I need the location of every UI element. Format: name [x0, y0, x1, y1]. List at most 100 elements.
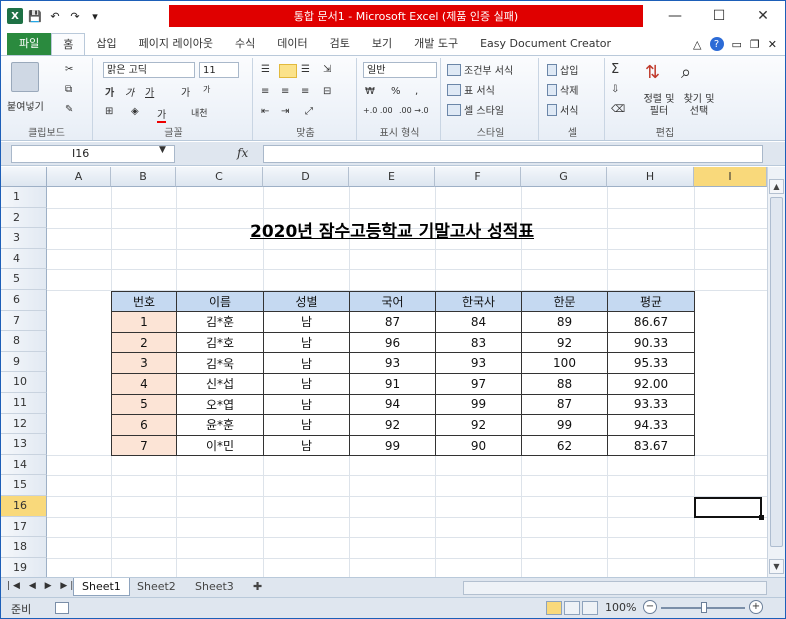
tab-formulas[interactable]: 수식: [224, 33, 266, 55]
clear-icon[interactable]: ⌫: [611, 104, 625, 115]
page-break-view-button[interactable]: [582, 601, 598, 615]
decrease-indent-icon[interactable]: ⇤: [261, 106, 269, 117]
horizontal-scrollbar[interactable]: [463, 581, 767, 595]
zoom-out-button[interactable]: −: [643, 600, 657, 614]
row-header-7[interactable]: 7: [1, 310, 47, 332]
table-cell[interactable]: 99: [521, 414, 608, 436]
tab-view[interactable]: 보기: [361, 33, 403, 55]
row-header-11[interactable]: 11: [1, 393, 47, 414]
table-cell[interactable]: 김*훈: [176, 311, 264, 333]
insert-sheet-icon[interactable]: ✚: [245, 578, 270, 596]
cut-icon[interactable]: ✂: [65, 64, 73, 75]
format-as-table-button[interactable]: 표 서식: [447, 82, 495, 97]
row-header-13[interactable]: 13: [1, 434, 47, 455]
number-format-select[interactable]: 일반: [363, 62, 437, 78]
increase-decimal-button[interactable]: +.0 .00: [363, 106, 393, 115]
row-header-5[interactable]: 5: [1, 269, 47, 290]
normal-view-button[interactable]: [546, 601, 562, 615]
scroll-down-icon[interactable]: ▼: [769, 559, 784, 574]
table-cell[interactable]: 남: [263, 434, 350, 457]
tab-insert[interactable]: 삽입: [85, 33, 127, 55]
close-button[interactable]: ✕: [741, 1, 785, 31]
table-cell[interactable]: 100: [521, 352, 608, 374]
table-cell[interactable]: 94: [349, 393, 436, 416]
row-header-9[interactable]: 9: [1, 351, 47, 373]
conditional-format-button[interactable]: 조건부 서식: [447, 62, 513, 77]
table-cell[interactable]: 92: [521, 331, 608, 354]
worksheet-grid[interactable]: A B C D E F G H I 1 2 3 4 5 6 7 8 9 10 1…: [1, 167, 767, 577]
table-cell[interactable]: 87: [521, 393, 608, 416]
tab-home[interactable]: 홈: [51, 33, 86, 55]
table-cell[interactable]: 84: [435, 311, 522, 333]
scroll-up-icon[interactable]: ▲: [769, 179, 784, 194]
table-cell[interactable]: 89: [521, 311, 608, 333]
column-header-g[interactable]: G: [521, 167, 607, 187]
copy-icon[interactable]: ⧉: [65, 84, 72, 95]
table-cell[interactable]: 남: [263, 393, 350, 416]
font-size-select[interactable]: 11: [199, 62, 239, 78]
table-cell[interactable]: 97: [435, 372, 522, 395]
wrap-text-icon[interactable]: ⇲: [323, 64, 331, 75]
row-header-8[interactable]: 8: [1, 331, 47, 352]
table-cell[interactable]: 3: [111, 352, 177, 374]
vertical-scrollbar[interactable]: ▲ ▼: [767, 167, 785, 577]
table-cell[interactable]: 99: [349, 434, 436, 457]
comma-button[interactable]: ,: [415, 86, 418, 97]
row-header-18[interactable]: 18: [1, 537, 47, 558]
table-cell[interactable]: 남: [263, 331, 350, 354]
font-name-select[interactable]: 맑은 고딕: [103, 62, 195, 78]
minimize-button[interactable]: —: [653, 1, 697, 31]
header-cell[interactable]: 성별: [263, 290, 350, 313]
align-right-icon[interactable]: ≡: [301, 86, 309, 97]
header-cell[interactable]: 한국사: [435, 290, 522, 313]
table-cell[interactable]: 김*욱: [176, 352, 264, 374]
align-left-icon[interactable]: ≡: [261, 86, 269, 97]
sort-filter-icon[interactable]: ⇅: [645, 62, 660, 83]
header-cell[interactable]: 평균: [607, 290, 695, 313]
cell-styles-button[interactable]: 셀 스타일: [447, 102, 504, 117]
table-cell[interactable]: 1: [111, 311, 177, 333]
sheet-tab-2[interactable]: Sheet2: [129, 578, 184, 596]
table-cell[interactable]: 93: [349, 352, 436, 374]
macro-record-icon[interactable]: [55, 602, 69, 614]
italic-button[interactable]: 가: [125, 84, 134, 99]
fill-handle[interactable]: [759, 515, 764, 520]
row-header-3[interactable]: 3: [1, 228, 47, 249]
tab-page-layout[interactable]: 페이지 레이아웃: [128, 33, 224, 55]
sheet-title[interactable]: 2020년 잠수고등학교 기말고사 성적표: [176, 217, 608, 242]
row-header-12[interactable]: 12: [1, 413, 47, 435]
table-cell[interactable]: 90: [435, 434, 522, 457]
sheet-tab-1[interactable]: Sheet1: [73, 578, 130, 596]
table-cell[interactable]: 남: [263, 372, 350, 395]
format-cells-button[interactable]: 서식: [547, 102, 578, 117]
orientation-icon[interactable]: ⤢: [305, 106, 313, 117]
percent-button[interactable]: %: [391, 86, 401, 97]
align-top-icon[interactable]: ☰: [261, 64, 270, 75]
paste-icon[interactable]: [11, 62, 39, 92]
increase-indent-icon[interactable]: ⇥: [281, 106, 289, 117]
grow-font-button[interactable]: 가: [181, 84, 190, 99]
merge-center-icon[interactable]: ⊟: [323, 86, 331, 97]
binoculars-icon[interactable]: ⌕: [681, 62, 691, 83]
table-cell[interactable]: 94.33: [607, 414, 695, 436]
table-cell[interactable]: 92: [435, 414, 522, 436]
column-header-b[interactable]: B: [111, 167, 176, 187]
align-middle-button[interactable]: [279, 64, 297, 78]
doc-restore-icon[interactable]: ❐: [750, 38, 760, 51]
insert-function-icon[interactable]: fx: [237, 146, 248, 160]
doc-minimize-icon[interactable]: ▭: [732, 38, 742, 51]
sheet-tab-3[interactable]: Sheet3: [187, 578, 242, 596]
row-header-17[interactable]: 17: [1, 516, 47, 538]
fill-icon[interactable]: ⇩: [611, 84, 619, 95]
table-cell[interactable]: 92: [349, 414, 436, 436]
table-cell[interactable]: 91: [349, 372, 436, 395]
font-color-button[interactable]: 가: [157, 106, 167, 123]
formula-input[interactable]: [263, 145, 763, 163]
column-header-e[interactable]: E: [349, 167, 435, 187]
table-cell[interactable]: 오*엽: [176, 393, 264, 416]
find-select-button[interactable]: 찾기 및 선택: [679, 94, 719, 118]
sheet-nav-icon[interactable]: |◀ ◀ ▶ ▶|: [7, 581, 76, 591]
row-header-2[interactable]: 2: [1, 207, 47, 229]
bold-button[interactable]: 가: [105, 84, 114, 99]
header-cell[interactable]: 국어: [349, 290, 436, 313]
